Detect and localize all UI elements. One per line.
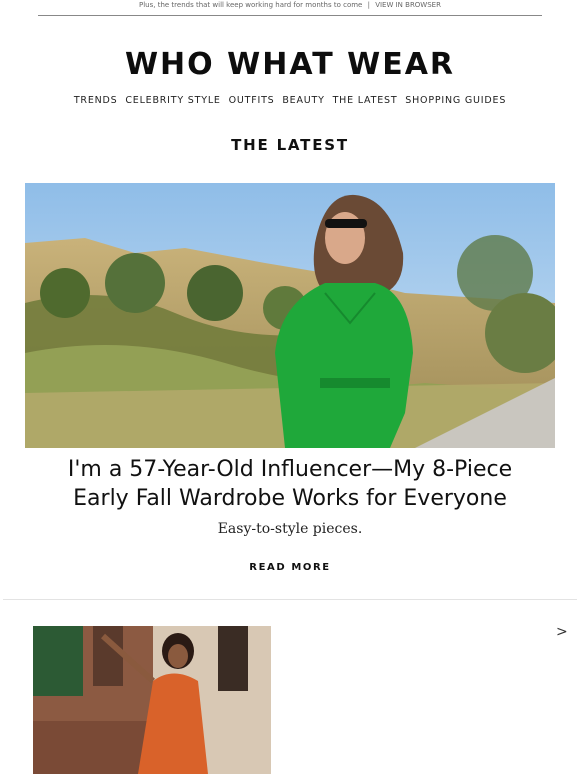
nav-item-the-latest[interactable]: THE LATEST xyxy=(333,95,398,106)
preheader: Plus, the trends that will keep working … xyxy=(0,0,580,12)
next-story-photo xyxy=(33,626,271,774)
section-title: THE LATEST xyxy=(231,136,349,154)
nav-item-trends[interactable]: TRENDS xyxy=(74,95,118,106)
feature-image[interactable] xyxy=(25,183,555,448)
feature-dek: Easy-to-style pieces. xyxy=(217,521,363,537)
next-story-image[interactable] xyxy=(33,626,271,774)
section-divider xyxy=(3,599,577,600)
main-nav: TRENDS CELEBRITY STYLE OUTFITS BEAUTY TH… xyxy=(0,95,580,106)
preheader-text: Plus, the trends that will keep working … xyxy=(139,1,363,9)
feature-headline-line-2: Early Fall Wardrobe Works for Everyone xyxy=(73,486,507,511)
carousel-next-arrow[interactable]: > xyxy=(556,624,568,640)
feature-photo xyxy=(25,183,555,448)
brand-logo[interactable]: WHO WHAT WEAR xyxy=(0,48,580,82)
nav-item-celebrity-style[interactable]: CELEBRITY STYLE xyxy=(125,95,220,106)
feature-headline-line-1: I'm a 57-Year-Old Influencer—My 8-Piece xyxy=(67,457,513,482)
top-rule xyxy=(38,15,542,16)
preheader-separator: | xyxy=(367,1,370,9)
feature-headline[interactable]: I'm a 57-Year-Old Influencer—My 8-Piece … xyxy=(40,455,540,513)
read-more-link[interactable]: READ MORE xyxy=(0,562,580,573)
view-in-browser-link[interactable]: VIEW IN BROWSER xyxy=(375,1,441,9)
nav-item-outfits[interactable]: OUTFITS xyxy=(229,95,275,106)
nav-item-shopping-guides[interactable]: SHOPPING GUIDES xyxy=(405,95,506,106)
nav-item-beauty[interactable]: BEAUTY xyxy=(282,95,324,106)
